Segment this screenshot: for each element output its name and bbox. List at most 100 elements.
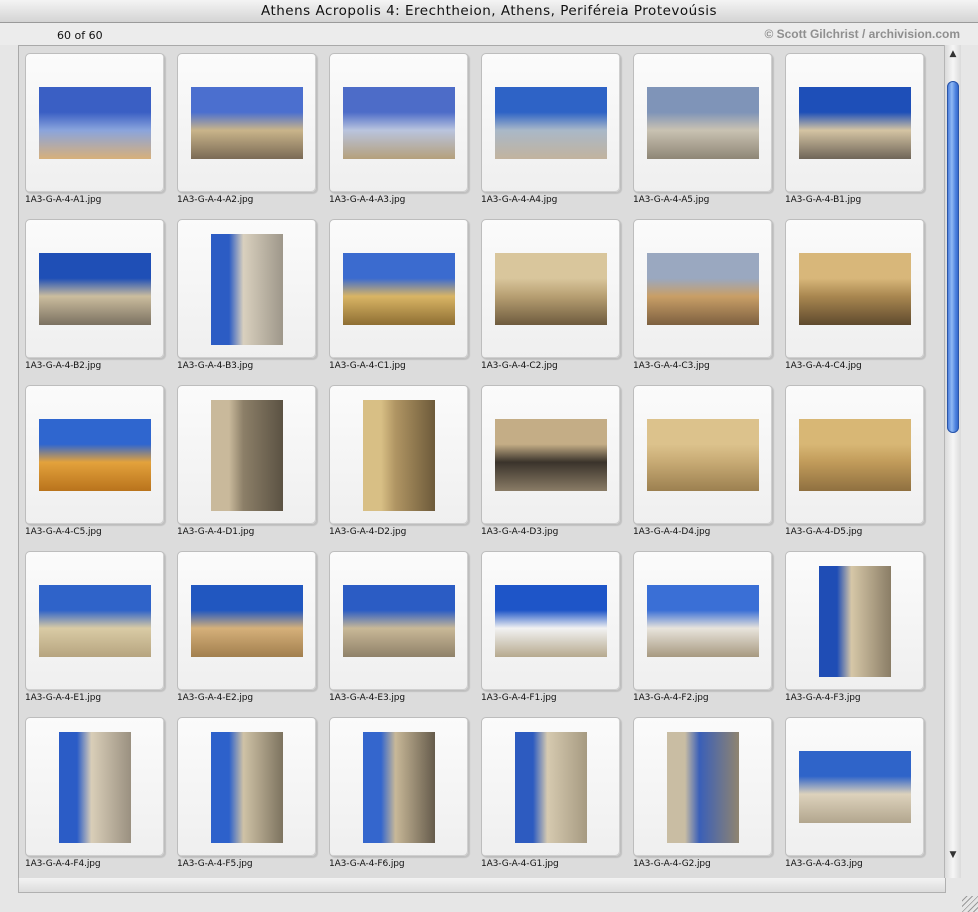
- thumbnail-item[interactable]: 1A3-G-A-4-C3.jpg: [627, 212, 779, 378]
- thumbnail-image[interactable]: [799, 419, 911, 491]
- thumbnail-item[interactable]: 1A3-G-A-4-B2.jpg: [19, 212, 171, 378]
- slide-mount[interactable]: [785, 717, 925, 857]
- thumbnail-image[interactable]: [363, 400, 435, 511]
- thumbnail-image[interactable]: [211, 732, 283, 843]
- thumbnail-item[interactable]: 1A3-G-A-4-A2.jpg: [171, 46, 323, 212]
- slide-mount[interactable]: [329, 385, 469, 525]
- thumbnail-image[interactable]: [667, 732, 739, 843]
- thumbnail-item[interactable]: 1A3-G-A-4-C5.jpg: [19, 378, 171, 544]
- thumbnail-item[interactable]: 1A3-G-A-4-D1.jpg: [171, 378, 323, 544]
- slide-mount[interactable]: [785, 53, 925, 193]
- slide-mount[interactable]: [25, 53, 165, 193]
- thumbnail-filename: 1A3-G-A-4-B2.jpg: [25, 361, 102, 371]
- thumbnail-filename: 1A3-G-A-4-A5.jpg: [633, 195, 710, 205]
- thumbnail-item[interactable]: 1A3-G-A-4-C4.jpg: [779, 212, 931, 378]
- thumbnail-image[interactable]: [515, 732, 587, 843]
- thumbnail-image[interactable]: [191, 585, 303, 657]
- thumbnail-item[interactable]: 1A3-G-A-4-F1.jpg: [475, 544, 627, 710]
- thumbnail-image[interactable]: [495, 253, 607, 325]
- thumbnail-image[interactable]: [647, 585, 759, 657]
- slide-mount[interactable]: [633, 219, 773, 359]
- slide-mount[interactable]: [177, 717, 317, 857]
- thumbnail-image[interactable]: [191, 87, 303, 159]
- thumbnail-image[interactable]: [495, 87, 607, 159]
- thumbnail-item[interactable]: 1A3-G-A-4-D3.jpg: [475, 378, 627, 544]
- resize-grip-icon[interactable]: [962, 896, 978, 912]
- thumbnail-item[interactable]: 1A3-G-A-4-D5.jpg: [779, 378, 931, 544]
- thumbnail-item[interactable]: 1A3-G-A-4-D4.jpg: [627, 378, 779, 544]
- thumbnail-item[interactable]: 1A3-G-A-4-E2.jpg: [171, 544, 323, 710]
- slide-mount[interactable]: [25, 219, 165, 359]
- slide-mount[interactable]: [25, 717, 165, 857]
- thumbnail-filename: 1A3-G-A-4-G1.jpg: [481, 859, 559, 869]
- thumbnail-image[interactable]: [343, 87, 455, 159]
- slide-mount[interactable]: [633, 53, 773, 193]
- slide-mount[interactable]: [25, 551, 165, 691]
- thumbnail-image[interactable]: [647, 253, 759, 325]
- thumbnail-item[interactable]: 1A3-G-A-4-A5.jpg: [627, 46, 779, 212]
- slide-mount[interactable]: [329, 717, 469, 857]
- thumbnail-item[interactable]: 1A3-G-A-4-F4.jpg: [19, 710, 171, 876]
- slide-mount[interactable]: [481, 385, 621, 525]
- slide-mount[interactable]: [481, 219, 621, 359]
- thumbnail-image[interactable]: [343, 585, 455, 657]
- thumbnail-item[interactable]: 1A3-G-A-4-E1.jpg: [19, 544, 171, 710]
- thumbnail-grid[interactable]: 1A3-G-A-4-A1.jpg 1A3-G-A-4-A2.jpg 1A3-G-A-…: [18, 45, 945, 880]
- thumbnail-item[interactable]: 1A3-G-A-4-D2.jpg: [323, 378, 475, 544]
- thumbnail-item[interactable]: 1A3-G-A-4-A4.jpg: [475, 46, 627, 212]
- thumbnail-image[interactable]: [39, 87, 151, 159]
- thumbnail-image[interactable]: [495, 419, 607, 491]
- thumbnail-image[interactable]: [647, 419, 759, 491]
- thumbnail-item[interactable]: 1A3-G-A-4-F2.jpg: [627, 544, 779, 710]
- thumbnail-item[interactable]: 1A3-G-A-4-C1.jpg: [323, 212, 475, 378]
- thumbnail-item[interactable]: 1A3-G-A-4-F3.jpg: [779, 544, 931, 710]
- thumbnail-image[interactable]: [799, 253, 911, 325]
- thumbnail-image[interactable]: [819, 566, 891, 677]
- thumbnail-image[interactable]: [799, 751, 911, 823]
- slide-mount[interactable]: [177, 219, 317, 359]
- thumbnail-image[interactable]: [343, 253, 455, 325]
- thumbnail-item[interactable]: 1A3-G-A-4-F6.jpg: [323, 710, 475, 876]
- thumbnail-image[interactable]: [799, 87, 911, 159]
- scroll-thumb[interactable]: [947, 81, 959, 433]
- scroll-up-arrow-icon[interactable]: ▲: [946, 47, 960, 61]
- thumbnail-item[interactable]: 1A3-G-A-4-C2.jpg: [475, 212, 627, 378]
- thumbnail-image[interactable]: [39, 253, 151, 325]
- thumbnail-item[interactable]: 1A3-G-A-4-B1.jpg: [779, 46, 931, 212]
- slide-mount[interactable]: [481, 717, 621, 857]
- slide-mount[interactable]: [177, 551, 317, 691]
- thumbnail-item[interactable]: 1A3-G-A-4-F5.jpg: [171, 710, 323, 876]
- slide-mount[interactable]: [633, 717, 773, 857]
- thumbnail-image[interactable]: [39, 585, 151, 657]
- thumbnail-image[interactable]: [363, 732, 435, 843]
- slide-mount[interactable]: [785, 219, 925, 359]
- thumbnail-item[interactable]: 1A3-G-A-4-A1.jpg: [19, 46, 171, 212]
- thumbnail-image[interactable]: [211, 234, 283, 345]
- slide-mount[interactable]: [481, 53, 621, 193]
- thumbnail-item[interactable]: 1A3-G-A-4-E3.jpg: [323, 544, 475, 710]
- slide-mount[interactable]: [329, 53, 469, 193]
- slide-mount[interactable]: [785, 385, 925, 525]
- slide-mount[interactable]: [633, 385, 773, 525]
- slide-mount[interactable]: [329, 219, 469, 359]
- thumbnail-image[interactable]: [211, 400, 283, 511]
- slide-mount[interactable]: [177, 385, 317, 525]
- vertical-scrollbar[interactable]: ▲ ▼: [944, 45, 961, 878]
- thumbnail-image[interactable]: [39, 419, 151, 491]
- thumbnail-item[interactable]: 1A3-G-A-4-G3.jpg: [779, 710, 931, 876]
- thumbnail-image[interactable]: [495, 585, 607, 657]
- slide-mount[interactable]: [481, 551, 621, 691]
- thumbnail-image[interactable]: [647, 87, 759, 159]
- slide-mount[interactable]: [633, 551, 773, 691]
- slide-mount[interactable]: [329, 551, 469, 691]
- thumbnail-item[interactable]: 1A3-G-A-4-A3.jpg: [323, 46, 475, 212]
- slide-mount[interactable]: [25, 385, 165, 525]
- slide-mount[interactable]: [785, 551, 925, 691]
- thumbnail-item[interactable]: 1A3-G-A-4-G2.jpg: [627, 710, 779, 876]
- slide-mount[interactable]: [177, 53, 317, 193]
- scroll-down-arrow-icon[interactable]: ▼: [946, 848, 960, 862]
- thumbnail-item[interactable]: 1A3-G-A-4-B3.jpg: [171, 212, 323, 378]
- thumbnail-item[interactable]: 1A3-G-A-4-G1.jpg: [475, 710, 627, 876]
- thumbnail-image[interactable]: [59, 732, 131, 843]
- horizontal-scrollbar[interactable]: [18, 878, 946, 893]
